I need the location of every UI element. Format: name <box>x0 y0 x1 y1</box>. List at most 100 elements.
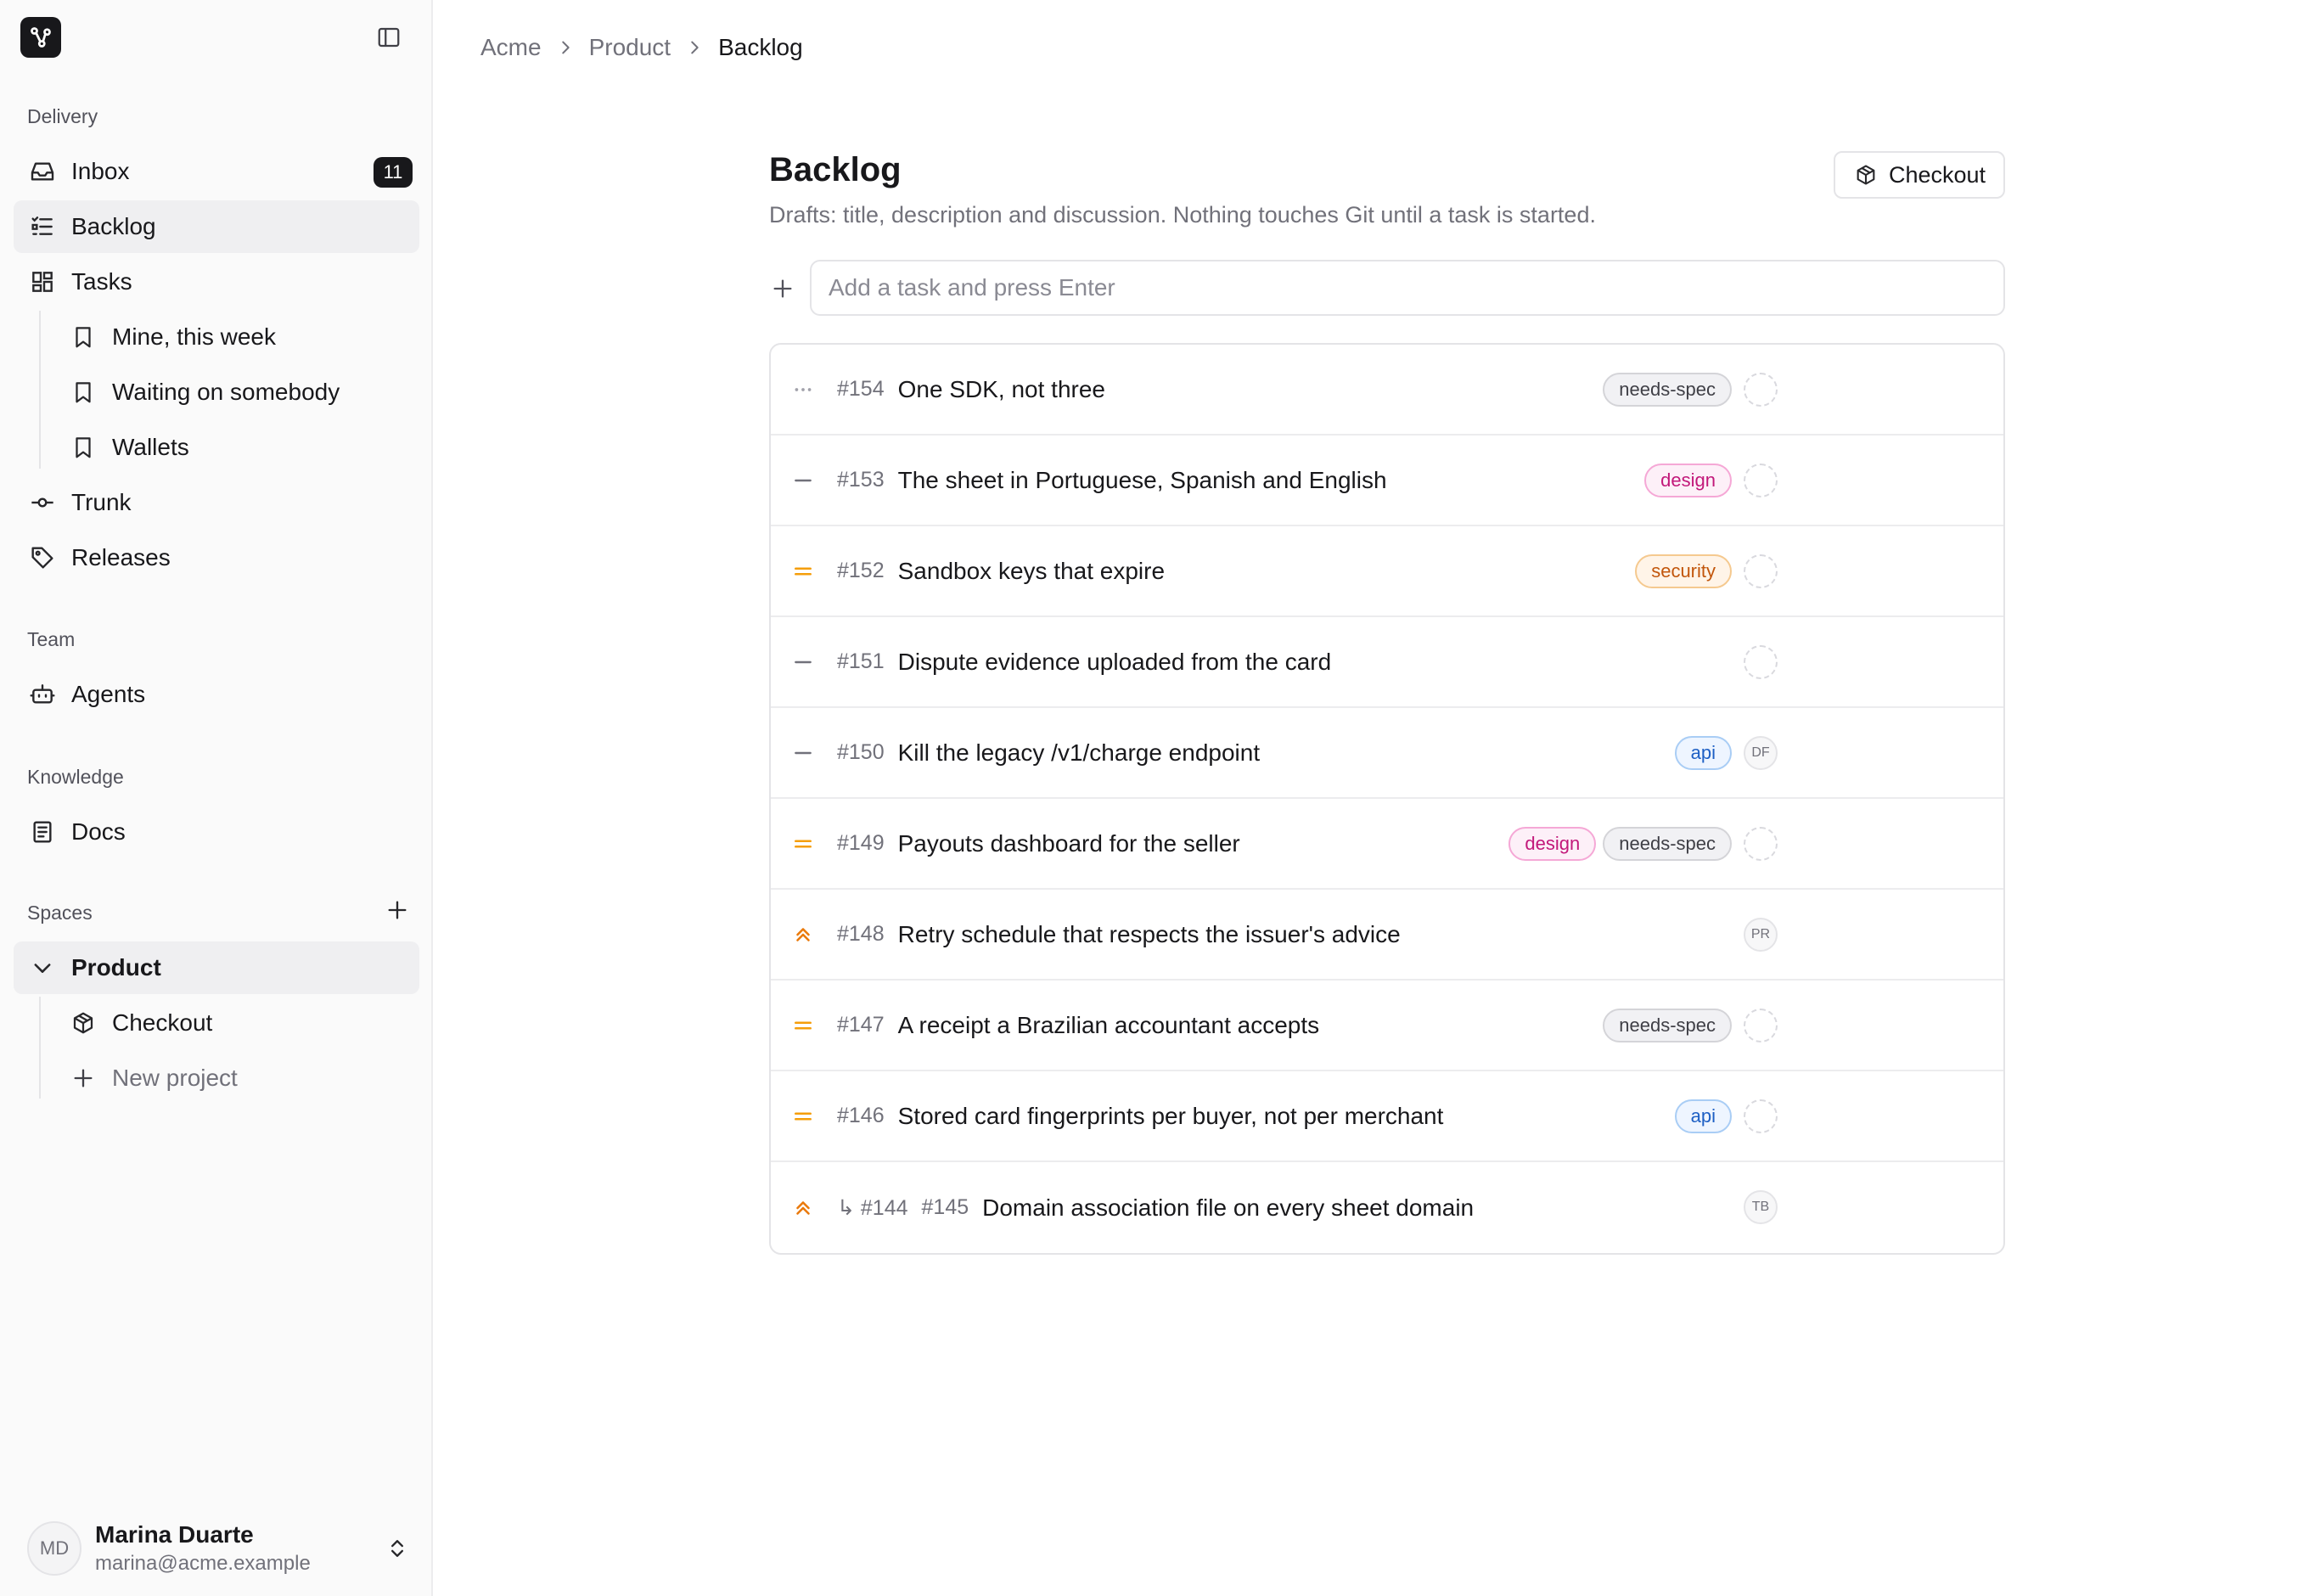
sidebar-space-product[interactable]: Product <box>14 941 419 994</box>
sidebar-project-checkout[interactable]: Checkout <box>56 997 419 1049</box>
unassigned-avatar[interactable] <box>1744 373 1778 407</box>
task-row[interactable]: #150 Kill the legacy /v1/charge endpoint a… <box>771 708 2003 799</box>
add-space-button[interactable] <box>382 895 413 925</box>
document-icon <box>27 817 58 847</box>
label-api[interactable]: api <box>1674 1099 1732 1133</box>
breadcrumb-product[interactable]: Product <box>589 34 671 61</box>
inbox-icon <box>27 156 58 187</box>
workspace-logo[interactable] <box>20 17 61 58</box>
chevron-right-icon <box>553 36 577 59</box>
task-title[interactable]: Dispute evidence uploaded from the card <box>898 649 1332 676</box>
priority-low-icon[interactable] <box>788 647 818 677</box>
label-api[interactable]: api <box>1674 735 1732 770</box>
task-labels: design <box>1644 436 1732 525</box>
assignee-avatar[interactable]: TB <box>1744 1190 1778 1224</box>
add-task-input[interactable] <box>810 260 2005 316</box>
task-row[interactable]: #148 Retry schedule that respects the iss… <box>771 890 2003 981</box>
unassigned-avatar[interactable] <box>1744 1099 1778 1133</box>
sidebar-item-label: Docs <box>71 818 126 845</box>
add-task-button[interactable] <box>767 273 798 304</box>
sidebar-item-label: Mine, this week <box>112 323 276 350</box>
priority-low-icon[interactable] <box>788 738 818 768</box>
priority-medium-icon[interactable] <box>788 829 818 859</box>
label-design[interactable]: design <box>1644 463 1732 497</box>
assignee-avatar[interactable]: PR <box>1744 918 1778 952</box>
task-title[interactable]: Payouts dashboard for the seller <box>898 830 1240 857</box>
unassigned-avatar[interactable] <box>1744 645 1778 679</box>
sidebar-item-label: Wallets <box>112 434 189 460</box>
priority-high-icon[interactable] <box>788 919 818 950</box>
task-row[interactable]: ↳ #144 #145 Domain association file on eve… <box>771 1162 2003 1253</box>
tree-guide <box>39 997 41 1099</box>
label-security[interactable]: security <box>1635 554 1732 588</box>
task-labels: needs-spec <box>1603 345 1732 434</box>
task-row[interactable]: #149 Payouts dashboard for the seller desi… <box>771 799 2003 890</box>
unassigned-avatar[interactable] <box>1744 1009 1778 1042</box>
checkout-project-button[interactable]: Checkout <box>1834 151 2005 199</box>
task-row[interactable]: #152 Sandbox keys that expire security <box>771 526 2003 617</box>
priority-none-icon[interactable] <box>788 374 818 405</box>
task-title[interactable]: A receipt a Brazilian accountant accepts <box>898 1012 1320 1039</box>
bookmark-icon <box>68 377 98 407</box>
unassigned-avatar[interactable] <box>1744 827 1778 861</box>
task-row[interactable]: #147 A receipt a Brazilian accountant acc… <box>771 981 2003 1071</box>
priority-medium-icon[interactable] <box>788 556 818 587</box>
sidebar-item-label: Inbox <box>71 158 130 184</box>
sidebar-item-docs[interactable]: Docs <box>14 806 419 858</box>
task-title[interactable]: Stored card fingerprints per buyer, not … <box>898 1103 1444 1130</box>
chevron-right-icon <box>683 36 706 59</box>
task-labels: api <box>1674 708 1732 797</box>
sidebar-toggle-button[interactable] <box>374 22 404 53</box>
avatar: MD <box>27 1521 81 1576</box>
task-title[interactable]: The sheet in Portuguese, Spanish and Eng… <box>898 467 1387 494</box>
main-content: Acme Product Backlog Backlog Drafts: tit… <box>433 0 2309 1596</box>
label-needs-spec[interactable]: needs-spec <box>1603 372 1732 407</box>
sidebar-item-label: Waiting on somebody <box>112 379 340 405</box>
label-needs-spec[interactable]: needs-spec <box>1603 1008 1732 1042</box>
task-title[interactable]: Retry schedule that respects the issuer'… <box>898 921 1401 948</box>
sidebar-item-label: Agents <box>71 681 146 707</box>
sidebar-item-wallets[interactable]: Wallets <box>56 421 419 474</box>
section-label-spaces: Spaces <box>27 902 93 924</box>
sidebar-item-trunk[interactable]: Trunk <box>14 476 419 529</box>
bot-icon <box>27 679 58 710</box>
new-project-button[interactable]: New project <box>56 1052 419 1104</box>
priority-medium-icon[interactable] <box>788 1010 818 1041</box>
task-title[interactable]: One SDK, not three <box>898 376 1105 403</box>
sidebar-item-waiting-on-somebody[interactable]: Waiting on somebody <box>56 366 419 419</box>
task-row[interactable]: #146 Stored card fingerprints per buyer, … <box>771 1071 2003 1162</box>
user-menu[interactable]: MD Marina Duarte marina@acme.example <box>14 1515 419 1582</box>
breadcrumb-backlog: Backlog <box>718 34 803 60</box>
task-title[interactable]: Domain association file on every sheet d… <box>982 1194 1474 1222</box>
priority-medium-icon[interactable] <box>788 1101 818 1132</box>
branch-logo-icon <box>31 27 51 48</box>
sidebar-item-agents[interactable]: Agents <box>14 668 419 721</box>
task-labels: security <box>1635 526 1732 615</box>
task-parent-id[interactable]: ↳ #144 <box>837 1195 908 1221</box>
task-row[interactable]: #153 The sheet in Portuguese, Spanish and… <box>771 436 2003 526</box>
task-title[interactable]: Sandbox keys that expire <box>898 558 1165 585</box>
assignee-avatar[interactable]: DF <box>1744 736 1778 770</box>
unassigned-avatar[interactable] <box>1744 464 1778 497</box>
task-id: #148 <box>837 922 885 946</box>
sidebar-item-inbox[interactable]: Inbox 11 <box>14 145 419 198</box>
label-design[interactable]: design <box>1508 826 1597 861</box>
chevron-up-down-icon <box>382 1533 413 1564</box>
priority-low-icon[interactable] <box>788 465 818 496</box>
priority-high-icon[interactable] <box>788 1193 818 1223</box>
breadcrumb: Acme Product Backlog <box>480 31 803 65</box>
sidebar: Delivery Inbox 11 Backlog Tasks Mine, th… <box>0 0 433 1596</box>
sidebar-item-tasks[interactable]: Tasks <box>14 256 419 308</box>
task-title[interactable]: Kill the legacy /v1/charge endpoint <box>898 739 1261 767</box>
task-labels: api <box>1674 1071 1732 1160</box>
sidebar-item-releases[interactable]: Releases <box>14 531 419 584</box>
task-row[interactable]: #151 Dispute evidence uploaded from the c… <box>771 617 2003 708</box>
sidebar-item-backlog[interactable]: Backlog <box>14 200 419 253</box>
task-row[interactable]: #154 One SDK, not three needs-spec <box>771 345 2003 436</box>
task-id: #154 <box>837 377 885 401</box>
grid-icon <box>27 267 58 297</box>
breadcrumb-acme[interactable]: Acme <box>480 34 542 61</box>
label-needs-spec[interactable]: needs-spec <box>1603 826 1732 861</box>
unassigned-avatar[interactable] <box>1744 554 1778 588</box>
sidebar-item-mine-this-week[interactable]: Mine, this week <box>56 311 419 363</box>
